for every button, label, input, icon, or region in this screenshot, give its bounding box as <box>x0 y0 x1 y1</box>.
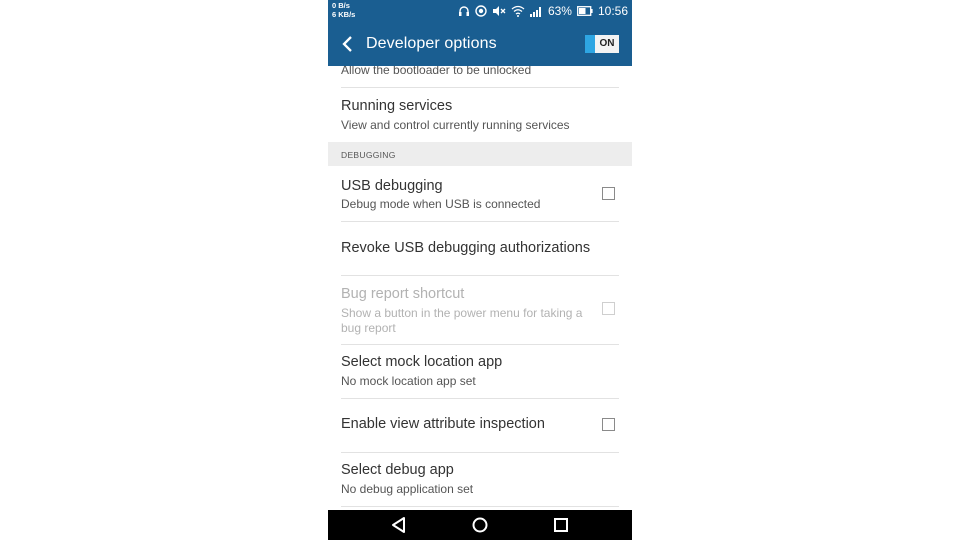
revoke-usb-title: Revoke USB debugging authorizations <box>341 240 591 256</box>
battery-percent: 63% <box>547 4 572 18</box>
battery-icon <box>577 6 593 16</box>
network-speed: 0 B/s 6 KB/s <box>332 1 355 19</box>
sync-icon <box>475 5 487 17</box>
usb-debugging-checkbox[interactable] <box>602 187 615 200</box>
view-attribute-checkbox[interactable] <box>602 418 615 431</box>
bug-report-subtitle: Show a button in the power menu for taki… <box>341 306 583 335</box>
list-item-view-attribute-inspection[interactable]: Enable view attribute inspection <box>328 399 632 452</box>
app-bar: Developer options ON <box>328 22 632 66</box>
mock-location-title: Select mock location app <box>341 354 503 370</box>
bug-report-checkbox[interactable] <box>602 302 615 315</box>
net-down-speed: 6 KB/s <box>332 10 356 19</box>
list-item-oem-unlock-partial[interactable]: Allow the bootloader to be unlocked <box>328 66 632 80</box>
debug-app-subtitle: No debug application set <box>341 482 474 496</box>
net-up-speed: 0 B/s <box>332 1 350 10</box>
headphones-icon <box>458 5 470 17</box>
oem-unlock-subtitle: Allow the bootloader to be unlocked <box>341 66 532 77</box>
usb-debugging-title: USB debugging <box>341 178 443 194</box>
clock: 10:56 <box>597 4 628 18</box>
divider <box>341 506 619 507</box>
developer-options-toggle[interactable]: ON <box>585 35 619 53</box>
usb-debugging-subtitle: Debug mode when USB is connected <box>341 197 541 211</box>
settings-list[interactable]: Allow the bootloader to be unlocked Runn… <box>328 66 632 510</box>
list-item-mock-location-app[interactable]: Select mock location app No mock locatio… <box>328 345 632 398</box>
bug-report-title: Bug report shortcut <box>341 286 465 302</box>
mute-icon <box>492 5 506 17</box>
page-title: Developer options <box>366 35 497 52</box>
debug-app-title: Select debug app <box>341 462 454 478</box>
phone-screen: 0 B/s 6 KB/s 63% 10:56 Developer options… <box>328 0 632 540</box>
navigation-bar <box>328 510 632 540</box>
list-item-revoke-usb-authorizations[interactable]: Revoke USB debugging authorizations <box>328 222 632 275</box>
status-icons: 63% 10:56 <box>458 0 628 22</box>
list-item-usb-debugging[interactable]: USB debugging Debug mode when USB is con… <box>328 166 632 221</box>
toggle-label: ON <box>595 35 619 53</box>
list-item-running-services[interactable]: Running services View and control curren… <box>328 88 632 142</box>
status-bar: 0 B/s 6 KB/s 63% 10:56 <box>328 0 632 22</box>
list-item-debug-app[interactable]: Select debug app No debug application se… <box>328 453 632 506</box>
back-triangle-icon[interactable] <box>389 515 409 535</box>
wifi-icon <box>511 5 525 17</box>
back-arrow-icon[interactable] <box>336 32 360 56</box>
running-services-subtitle: View and control currently running servi… <box>341 118 570 132</box>
section-header-debugging: DEBUGGING <box>328 142 632 166</box>
recents-square-icon[interactable] <box>551 515 571 535</box>
view-attribute-title: Enable view attribute inspection <box>341 416 545 432</box>
mock-location-subtitle: No mock location app set <box>341 374 476 388</box>
home-circle-icon[interactable] <box>470 515 490 535</box>
signal-icon <box>529 6 543 17</box>
list-item-bug-report-shortcut[interactable]: Bug report shortcut Show a button in the… <box>328 276 632 344</box>
running-services-title: Running services <box>341 98 453 114</box>
debugging-header-label: DEBUGGING <box>341 150 396 160</box>
